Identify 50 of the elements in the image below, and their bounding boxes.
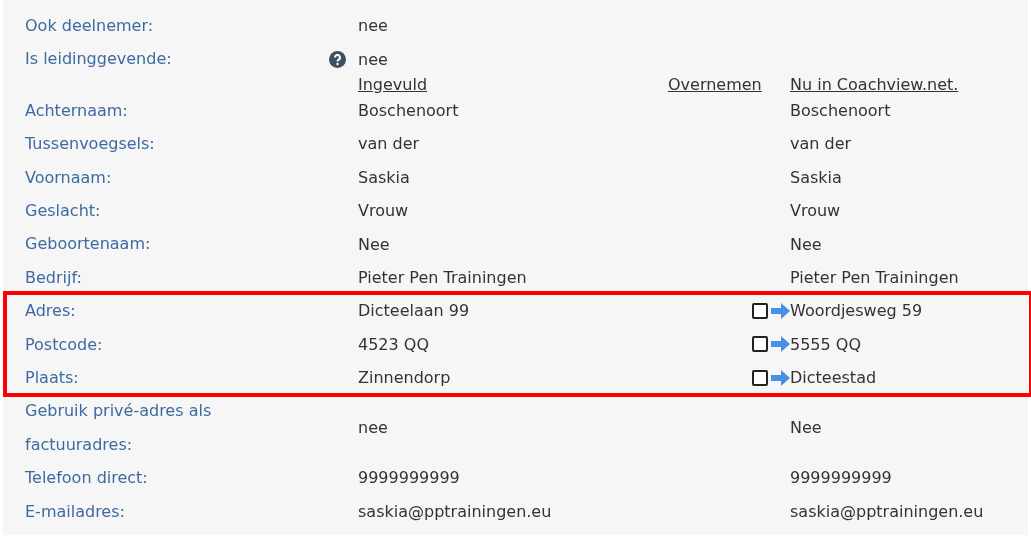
field-label: Telefoon direct: [25, 467, 148, 490]
field-label: Geslacht: [25, 200, 101, 223]
current-value: Nee [790, 234, 822, 254]
current-value: saskia@pptrainingen.eu [790, 501, 984, 521]
entered-column-link[interactable]: Ingevuld [358, 74, 428, 94]
entered-value: Saskia [358, 167, 410, 187]
current-value: Nee [790, 418, 822, 438]
current-value: 9999999999 [790, 468, 892, 488]
current-column-link[interactable]: Nu in Coachview.net. [790, 74, 959, 94]
current-value: Saskia [790, 167, 842, 187]
field-label: Gebruik privé-adres als factuuradres: [25, 400, 213, 456]
entered-value: Dicteelaan 99 [358, 301, 470, 321]
field-label: Plaats: [25, 367, 79, 390]
copy-column-link[interactable]: Overnemen [668, 74, 762, 94]
checkbox[interactable] [752, 302, 768, 319]
current-value: van der [790, 134, 852, 154]
field-label: Ook deelnemer: [25, 15, 154, 37]
entered-value: 4523 QQ [358, 334, 429, 354]
entered-value: saskia@pptrainingen.eu [358, 501, 552, 521]
current-value: Vrouw [790, 201, 841, 221]
field-label: Postcode: [25, 333, 103, 356]
entered-value: nee [358, 418, 388, 438]
field-label: Adres: [25, 300, 76, 323]
entered-value: Vrouw [358, 201, 409, 221]
field-label: E-mailadres: [25, 500, 125, 523]
checkbox[interactable] [752, 336, 768, 353]
arrow-right-icon [771, 302, 790, 319]
current-value: Pieter Pen Trainingen [790, 268, 959, 288]
field-label: Bedrijf: [25, 266, 82, 289]
arrow-right-icon [771, 336, 790, 353]
field-value: nee [358, 16, 389, 36]
entered-value: Zinnendorp [358, 368, 451, 388]
field-label: Voornaam: [25, 166, 112, 189]
entered-value: Nee [358, 234, 390, 254]
current-value: Woordjesweg 59 [790, 301, 923, 321]
current-value: 5555 QQ [790, 334, 861, 354]
entered-value: van der [358, 134, 420, 154]
arrow-right-icon [771, 369, 790, 386]
current-value: Dicteestad [790, 368, 877, 388]
checkbox[interactable] [752, 369, 768, 386]
field-label: Is leidinggevende: [25, 48, 172, 71]
field-value: nee [358, 49, 389, 69]
current-value: Boschenoort [790, 101, 891, 120]
entered-value: Boschenoort [358, 101, 459, 120]
help-icon[interactable] [329, 50, 346, 68]
entered-value: Pieter Pen Trainingen [358, 268, 527, 288]
entered-value: 9999999999 [358, 468, 460, 488]
field-label: Geboortenaam: [25, 233, 151, 256]
field-label: Achternaam: [25, 99, 128, 122]
field-label: Tussenvoegsels: [25, 133, 155, 156]
